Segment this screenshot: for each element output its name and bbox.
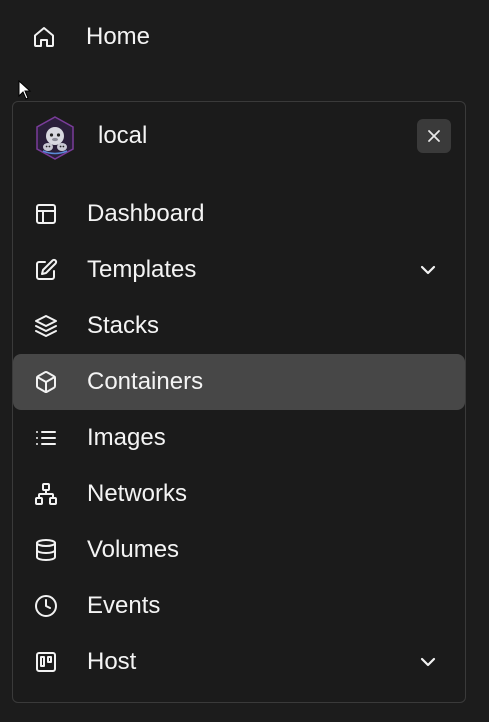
sidebar-item-dashboard[interactable]: Dashboard bbox=[13, 186, 465, 242]
database-icon bbox=[34, 538, 58, 562]
layout-icon bbox=[34, 202, 58, 226]
close-environment-button[interactable] bbox=[417, 119, 451, 153]
edit-icon bbox=[34, 258, 58, 282]
sidebar-item-images[interactable]: Images bbox=[13, 410, 465, 466]
sidebar-item-label: Containers bbox=[87, 368, 204, 395]
environment-header: local bbox=[13, 102, 465, 174]
sidebar-item-label: Images bbox=[87, 424, 166, 451]
portainer-logo-icon bbox=[33, 116, 77, 160]
sidebar-item-label: Templates bbox=[87, 256, 197, 283]
close-icon bbox=[427, 129, 441, 143]
sidebar-item-label: Volumes bbox=[87, 536, 180, 563]
list-icon bbox=[34, 426, 58, 450]
chevron-down-icon[interactable] bbox=[417, 651, 439, 673]
clock-icon bbox=[34, 594, 58, 618]
sidebar-item-home[interactable]: Home bbox=[24, 12, 464, 62]
sidebar-item-stacks[interactable]: Stacks bbox=[13, 298, 465, 354]
chevron-down-icon[interactable] bbox=[417, 259, 439, 281]
sidebar-item-networks[interactable]: Networks bbox=[13, 466, 465, 522]
environment-name: local bbox=[98, 122, 148, 149]
sidebar: Home local Dashboard Templates Stacks Co… bbox=[0, 0, 489, 722]
sidebar-item-label: Dashboard bbox=[87, 200, 205, 227]
mouse-cursor-icon bbox=[18, 80, 32, 100]
active-item-highlight bbox=[13, 354, 465, 410]
environment-panel: local Dashboard Templates Stacks Contain… bbox=[12, 101, 466, 703]
sidebar-item-label: Events bbox=[87, 592, 161, 619]
sidebar-item-events[interactable]: Events bbox=[13, 578, 465, 634]
environment-menu: Dashboard Templates Stacks Containers Im… bbox=[13, 186, 465, 690]
sidebar-item-label: Stacks bbox=[87, 312, 160, 339]
sidebar-item-label: Host bbox=[87, 648, 137, 675]
sidebar-item-volumes[interactable]: Volumes bbox=[13, 522, 465, 578]
box-icon bbox=[34, 370, 58, 394]
sidebar-item-label: Networks bbox=[87, 480, 188, 507]
trello-icon bbox=[34, 650, 58, 674]
sidebar-item-templates[interactable]: Templates bbox=[13, 242, 465, 298]
sidebar-item-label: Home bbox=[86, 23, 151, 50]
sidebar-item-containers[interactable]: Containers bbox=[13, 354, 465, 410]
sidebar-item-host[interactable]: Host bbox=[13, 634, 465, 690]
network-icon bbox=[34, 482, 58, 506]
home-icon bbox=[24, 15, 68, 59]
layers-icon bbox=[34, 314, 58, 338]
